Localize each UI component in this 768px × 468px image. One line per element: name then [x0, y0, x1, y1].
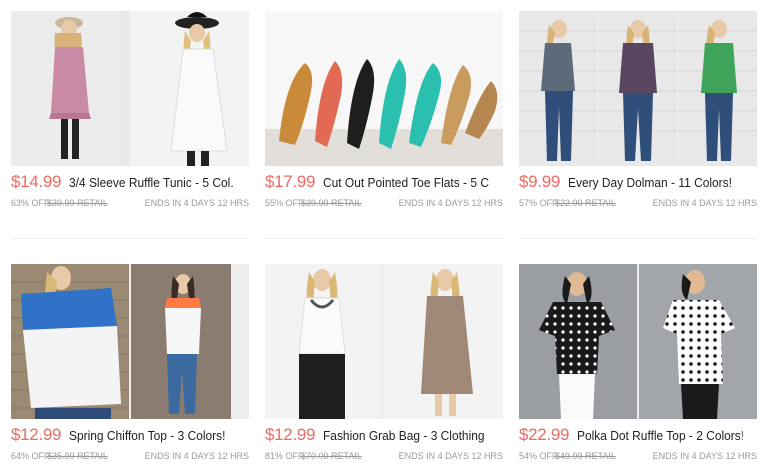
discount-label: 81% OFF: [265, 451, 304, 461]
ends-countdown: ENDS IN 4 DAYS 12 HRS: [398, 451, 503, 461]
discount-label: 57% OFF: [519, 198, 558, 208]
retail-price: $35.99 RETAIL: [47, 451, 108, 461]
product-title[interactable]: Polka Dot Ruffle Top - 2 Colors!: [577, 428, 742, 443]
photo-panel: [265, 11, 503, 166]
product-image-polka-dot[interactable]: [519, 264, 757, 419]
product-image-chiffon[interactable]: [11, 264, 249, 419]
discount-label: 55% OFF: [265, 198, 304, 208]
row-divider: [519, 238, 757, 239]
retail-price: $39.99 RETAIL: [47, 198, 108, 208]
photo-panel: [599, 11, 677, 166]
product-title[interactable]: Fashion Grab Bag - 3 Clothing I...: [323, 428, 488, 443]
ends-countdown: ENDS IN 4 DAYS 12 HRS: [652, 451, 757, 461]
product-card-chiffon[interactable]: $12.99 Spring Chiffon Top - 3 Colors! 64…: [11, 264, 249, 462]
product-card-polka-dot[interactable]: $22.99 Polka Dot Ruffle Top - 2 Colors! …: [519, 264, 757, 462]
product-price: $12.99: [11, 425, 62, 444]
product-image-grab-bag[interactable]: [265, 264, 503, 419]
retail-price: $70.00 RETAIL: [301, 451, 362, 461]
product-title[interactable]: Every Day Dolman - 11 Colors!: [568, 175, 732, 190]
product-price: $12.99: [265, 425, 316, 444]
product-image-flats[interactable]: [265, 11, 503, 166]
product-price: $17.99: [265, 172, 316, 191]
photo-panel: [385, 264, 503, 419]
product-card-grab-bag[interactable]: $12.99 Fashion Grab Bag - 3 Clothing I..…: [265, 264, 503, 462]
ends-countdown: ENDS IN 4 DAYS 12 HRS: [144, 451, 249, 461]
photo-panel: [11, 11, 129, 166]
photo-panel: [11, 264, 129, 419]
row-divider: [11, 238, 249, 239]
product-price: $14.99: [11, 172, 62, 191]
product-card-flats[interactable]: $17.99 Cut Out Pointed Toe Flats - 5 C..…: [265, 11, 503, 209]
photo-panel: [131, 264, 249, 419]
product-image-dolman[interactable]: [519, 11, 757, 166]
product-price: $22.99: [519, 425, 570, 444]
ends-countdown: ENDS IN 4 DAYS 12 HRS: [398, 198, 503, 208]
discount-label: 63% OFF: [11, 198, 50, 208]
ends-countdown: ENDS IN 4 DAYS 12 HRS: [652, 198, 757, 208]
photo-panel: [131, 11, 249, 166]
product-card-tunic[interactable]: $14.99 3/4 Sleeve Ruffle Tunic - 5 Col..…: [11, 11, 249, 209]
photo-panel: [639, 264, 757, 419]
retail-price: $49.99 RETAIL: [555, 451, 616, 461]
discount-label: 54% OFF: [519, 451, 558, 461]
retail-price: $22.99 RETAIL: [555, 198, 616, 208]
product-image-tunic[interactable]: [11, 11, 249, 166]
ends-countdown: ENDS IN 4 DAYS 12 HRS: [144, 198, 249, 208]
photo-panel: [519, 11, 597, 166]
row-divider: [265, 238, 503, 239]
product-title[interactable]: 3/4 Sleeve Ruffle Tunic - 5 Col...: [69, 175, 234, 190]
product-price: $9.99: [519, 172, 561, 191]
photo-panel: [679, 11, 757, 166]
product-title[interactable]: Spring Chiffon Top - 3 Colors!: [69, 428, 225, 443]
product-title[interactable]: Cut Out Pointed Toe Flats - 5 C...: [323, 175, 488, 190]
discount-label: 64% OFF: [11, 451, 50, 461]
product-card-dolman[interactable]: $9.99 Every Day Dolman - 11 Colors! 57% …: [519, 11, 757, 209]
photo-panel: [265, 264, 383, 419]
photo-panel: [519, 264, 637, 419]
retail-price: $39.99 RETAIL: [301, 198, 362, 208]
